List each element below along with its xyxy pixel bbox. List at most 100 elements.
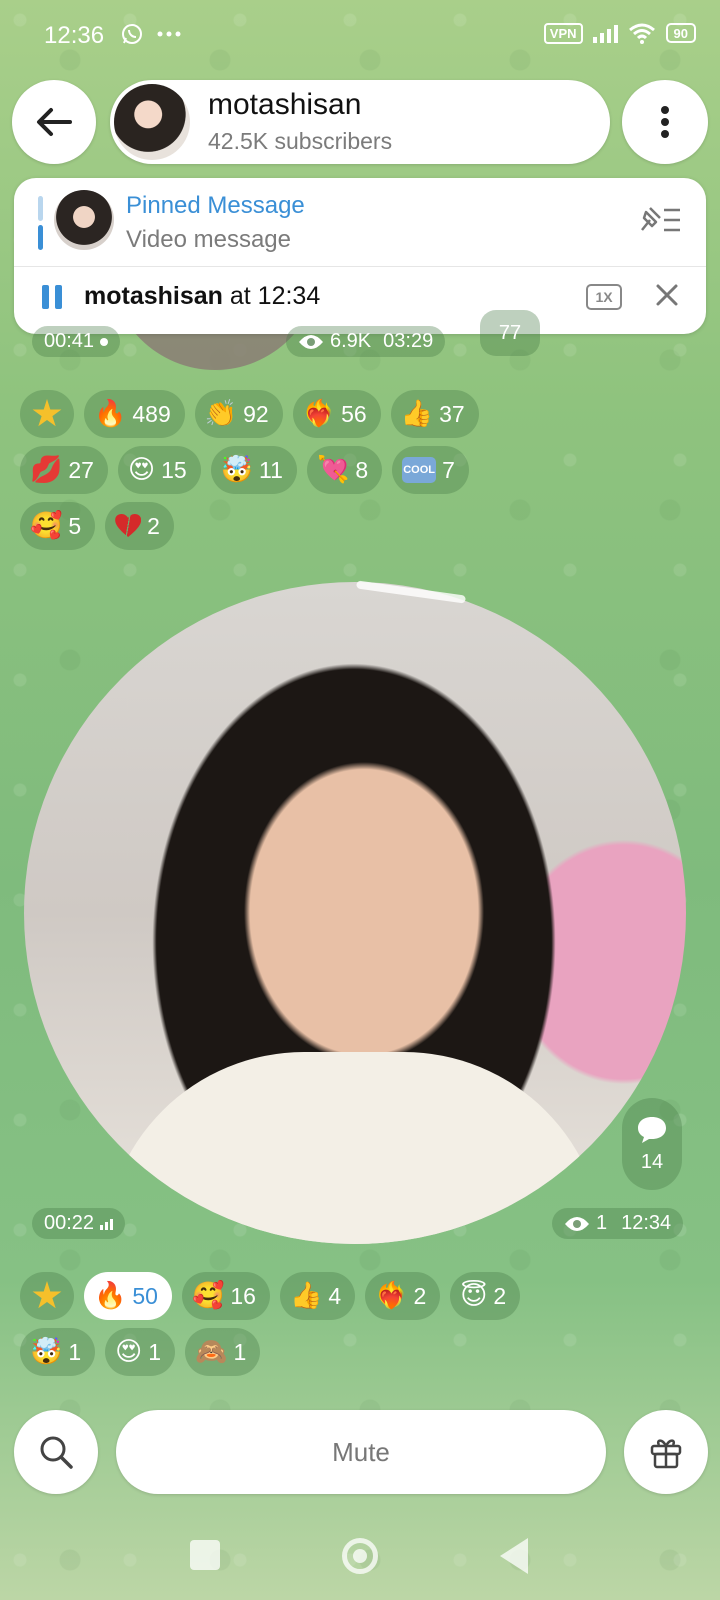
reaction-count: 50 bbox=[132, 1282, 158, 1309]
reaction-chip[interactable]: 😇 2 bbox=[450, 1272, 521, 1320]
player-time: at 12:34 bbox=[222, 282, 321, 310]
reaction-emoji: 👏 bbox=[204, 399, 238, 429]
system-back-button[interactable] bbox=[500, 1538, 528, 1574]
reaction-emoji: 😍 bbox=[127, 455, 156, 485]
reaction-emoji: 👍 bbox=[400, 399, 434, 429]
reaction-emoji: 😍 bbox=[115, 1337, 143, 1367]
reaction-count: 16 bbox=[230, 1282, 256, 1309]
star-icon bbox=[32, 1281, 62, 1309]
unplayed-dot-icon bbox=[100, 337, 109, 346]
whatsapp-icon bbox=[122, 24, 142, 45]
reaction-chip[interactable]: 🙈 1 bbox=[185, 1328, 261, 1376]
search-button[interactable] bbox=[14, 1410, 98, 1494]
reaction-star[interactable] bbox=[20, 390, 74, 438]
reaction-chip[interactable]: 🤯 11 bbox=[210, 446, 297, 494]
star-icon bbox=[32, 399, 62, 427]
status-notification-icons bbox=[120, 20, 182, 46]
reaction-count: 4 bbox=[328, 1282, 342, 1309]
pinned-list-button[interactable] bbox=[634, 200, 684, 240]
reaction-chip[interactable]: 😍 1 bbox=[105, 1328, 176, 1376]
reaction-chip[interactable]: ❤️‍🔥 2 bbox=[365, 1272, 441, 1320]
comments-button[interactable]: 14 bbox=[622, 1098, 682, 1190]
reaction-chip[interactable]: 💘 8 bbox=[306, 446, 383, 494]
gift-button[interactable] bbox=[624, 1410, 708, 1494]
reaction-emoji: 🔥 bbox=[94, 399, 127, 429]
wifi-icon bbox=[628, 23, 655, 44]
reaction-emoji: 💋 bbox=[30, 455, 63, 485]
signal-icon bbox=[592, 23, 618, 43]
reaction-count: 1 bbox=[148, 1338, 162, 1365]
vertical-dots-icon bbox=[661, 106, 669, 138]
previous-reactions-row-2: 💋 27 😍 15 🤯 11 💘 8 COOL 7 bbox=[20, 446, 469, 494]
playback-speed-button[interactable]: 1X bbox=[586, 284, 622, 310]
previous-duration: 00:41 bbox=[32, 326, 121, 357]
reaction-chip[interactable]: 🥰 5 bbox=[20, 502, 96, 550]
reaction-count: 56 bbox=[341, 400, 367, 427]
more-options-button[interactable] bbox=[622, 80, 708, 164]
mute-button[interactable]: Mute bbox=[116, 1410, 606, 1494]
eye-icon bbox=[299, 334, 323, 349]
video-reactions-row-1: 🔥 50 🥰 16 👍 4 ❤️‍🔥 2 😇 2 bbox=[20, 1272, 521, 1320]
player-author: motashisan bbox=[84, 282, 223, 310]
previous-comments-button[interactable]: 77 bbox=[480, 310, 540, 356]
reaction-emoji: 🤯 bbox=[220, 455, 254, 485]
reaction-chip[interactable]: 👍 37 bbox=[390, 390, 479, 438]
reaction-chip[interactable]: 🔥 489 bbox=[84, 390, 185, 438]
video-meta: 1 12:34 bbox=[552, 1208, 684, 1239]
reaction-chip[interactable]: 2 bbox=[105, 502, 174, 550]
reaction-emoji: 😇 bbox=[460, 1281, 488, 1311]
reaction-chip[interactable]: 🤯 1 bbox=[20, 1328, 96, 1376]
reaction-emoji: ❤️‍🔥 bbox=[302, 399, 336, 429]
reaction-emoji: 💘 bbox=[316, 455, 350, 485]
comments-count: 14 bbox=[640, 1150, 664, 1173]
reaction-chip[interactable]: ❤️‍🔥 56 bbox=[292, 390, 381, 438]
reaction-chip-selected[interactable]: 🔥 50 bbox=[84, 1272, 172, 1320]
reaction-count: 2 bbox=[147, 512, 160, 539]
reaction-chip[interactable]: COOL 7 bbox=[392, 446, 469, 494]
pinned-title: Pinned Message bbox=[126, 192, 305, 219]
pause-button[interactable] bbox=[42, 282, 68, 312]
close-player-button[interactable] bbox=[650, 278, 684, 312]
reaction-emoji: 🤯 bbox=[30, 1337, 63, 1367]
channel-header[interactable]: motashisan 42.5K subscribers bbox=[110, 80, 610, 164]
previous-reactions-row-1: 🔥 489 👏 92 ❤️‍🔥 56 👍 37 bbox=[20, 390, 479, 438]
broken-heart-icon bbox=[115, 514, 141, 538]
pinned-divider bbox=[14, 266, 706, 267]
reaction-count: 92 bbox=[243, 400, 269, 427]
player-track[interactable]: motashisan at 12:34 bbox=[84, 282, 320, 311]
reaction-count: 27 bbox=[68, 456, 94, 483]
reaction-count: 7 bbox=[442, 456, 455, 483]
subscriber-count: 42.5K subscribers bbox=[208, 128, 393, 154]
close-icon bbox=[656, 284, 678, 306]
video-duration-value: 00:22 bbox=[44, 1212, 95, 1234]
reaction-chip[interactable]: 👏 92 bbox=[194, 390, 283, 438]
reaction-emoji: 🥰 bbox=[30, 511, 63, 541]
reaction-count: 1 bbox=[233, 1338, 247, 1365]
pinned-message-panel[interactable]: Pinned Message Video message motashisan … bbox=[14, 178, 706, 334]
reaction-count: 2 bbox=[413, 1282, 427, 1309]
cool-icon: COOL bbox=[402, 457, 437, 483]
video-message[interactable] bbox=[24, 582, 686, 1244]
pinned-thumbnail bbox=[54, 190, 114, 250]
channel-avatar[interactable] bbox=[114, 84, 190, 160]
reaction-chip[interactable]: 💋 27 bbox=[20, 446, 108, 494]
reaction-emoji: 🥰 bbox=[191, 1281, 225, 1311]
reaction-chip[interactable]: 😍 15 bbox=[117, 446, 201, 494]
status-bar: 12:36 VPN 90 bbox=[0, 0, 720, 70]
reaction-count: 11 bbox=[259, 456, 283, 483]
reaction-count: 37 bbox=[439, 400, 465, 427]
previous-views: 6.9K bbox=[330, 330, 372, 352]
reaction-star[interactable] bbox=[20, 1272, 74, 1320]
eye-icon bbox=[565, 1216, 589, 1231]
reaction-count: 5 bbox=[68, 512, 82, 539]
back-button[interactable] bbox=[12, 80, 96, 164]
reaction-count: 8 bbox=[355, 456, 369, 483]
reaction-chip[interactable]: 👍 4 bbox=[279, 1272, 356, 1320]
home-button[interactable] bbox=[342, 1538, 378, 1574]
audio-bars-icon bbox=[100, 1218, 114, 1230]
reaction-chip[interactable]: 🥰 16 bbox=[181, 1272, 270, 1320]
channel-name: motashisan bbox=[208, 88, 362, 121]
recents-button[interactable] bbox=[190, 1540, 220, 1570]
reaction-emoji: 🔥 bbox=[94, 1281, 127, 1311]
video-views: 1 bbox=[596, 1212, 608, 1234]
